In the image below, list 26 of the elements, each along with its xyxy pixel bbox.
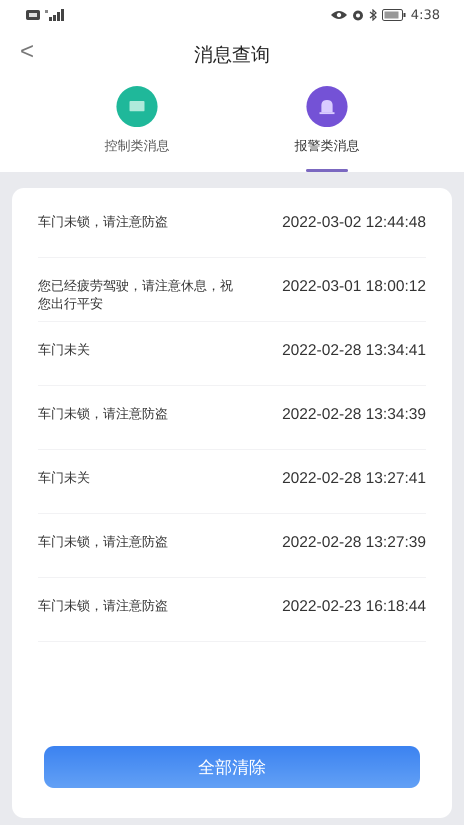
- signal-icon: [45, 9, 65, 21]
- message-time: 2022-02-28 13:27:39: [282, 534, 426, 552]
- sim-icon: [26, 10, 40, 20]
- back-button[interactable]: <: [20, 38, 34, 66]
- message-text: 车门未关: [38, 342, 91, 360]
- page-title: 消息查询: [194, 43, 270, 68]
- message-tab[interactable]: 报警类消息: [267, 80, 387, 172]
- message-time: 2022-02-28 13:34:41: [282, 342, 426, 360]
- message-text: 您已经疲劳驾驶，请注意休息，祝您出行平安: [38, 278, 234, 314]
- message-text: 车门未锁，请注意防盗: [38, 534, 169, 552]
- message-time: 2022-02-23 16:18:44: [282, 598, 426, 616]
- bluetooth-icon: [368, 9, 377, 21]
- message-tab[interactable]: 控制类消息: [77, 80, 197, 172]
- message-time: 2022-02-28 13:34:39: [282, 406, 426, 424]
- message-text: 车门未锁，请注意防盗: [38, 214, 169, 232]
- message-time: 2022-03-01 18:00:12: [282, 278, 426, 296]
- screen-icon: [115, 86, 159, 128]
- message-text: 车门未锁，请注意防盗: [38, 406, 169, 424]
- message-text: 车门未锁，请注意防盗: [38, 598, 169, 616]
- message-time: 2022-02-28 13:27:41: [282, 470, 426, 488]
- bell-icon: [305, 86, 349, 128]
- message-text: 车门未关: [38, 470, 91, 488]
- battery-icon: [382, 9, 406, 21]
- status-time: 4:38: [410, 8, 440, 22]
- message-time: 2022-03-02 12:44:48: [282, 214, 426, 232]
- eye-icon: [330, 10, 347, 20]
